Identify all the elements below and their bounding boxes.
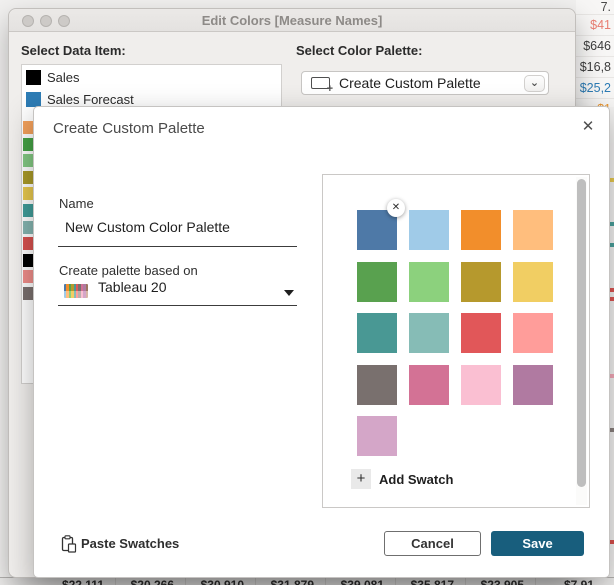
background-fragment (610, 428, 614, 432)
scrollbar-thumb[interactable] (577, 179, 586, 487)
palette-dropdown-value: Create Custom Palette (339, 72, 481, 95)
palette-swatch[interactable] (357, 365, 397, 405)
screen: 7. $41 $646 $16,8 $25,2 $1 $22,111 $20,26… (0, 0, 614, 585)
palette-swatch[interactable] (513, 210, 553, 250)
scrollbar-track (576, 177, 587, 505)
data-item-row-sales[interactable]: Sales (22, 69, 281, 87)
palette-swatch[interactable] (357, 416, 397, 456)
color-chip (26, 92, 41, 107)
palette-name-input[interactable]: New Custom Color Palette (65, 219, 230, 235)
table-cell-value: $39,081 (326, 578, 384, 585)
select-data-item-label: Select Data Item: (21, 43, 126, 58)
table-value: $646 (576, 36, 614, 57)
palette-icon-cell (86, 291, 88, 298)
input-underline (58, 246, 297, 247)
table-cell-value: $23,905 (466, 578, 524, 585)
background-fragment (610, 243, 614, 247)
background-fragment (610, 374, 614, 378)
window-title: Edit Colors [Measure Names] (9, 9, 575, 32)
select-underline (58, 305, 297, 306)
plus-icon: + (351, 469, 371, 489)
color-palette-dropdown[interactable]: + Create Custom Palette ⌄ (301, 71, 549, 95)
palette-swatch[interactable] (461, 365, 501, 405)
palette-swatch[interactable] (409, 365, 449, 405)
create-palette-icon: + (311, 77, 330, 89)
palette-swatch[interactable] (409, 210, 449, 250)
plus-icon: + (327, 84, 333, 94)
table-cell-value: $22,111 (46, 578, 104, 585)
table-value: $16,8 (576, 57, 614, 78)
create-custom-palette-dialog: Create Custom Palette ✕ Name New Custom … (33, 106, 610, 578)
background-fragment (610, 222, 614, 226)
background-table-row-bottom: $22,111 $20,266 $30,910 $31,879 $39,081 $35,8… (0, 577, 614, 585)
cancel-button[interactable]: Cancel (384, 531, 481, 556)
palette-swatch[interactable] (513, 313, 553, 353)
palette-swatch[interactable] (461, 210, 501, 250)
table-value: $41 (576, 15, 614, 36)
chevron-down-icon[interactable]: ⌄ (524, 75, 545, 92)
palette-swatch[interactable] (357, 313, 397, 353)
table-cell-value: $20,266 (116, 578, 174, 585)
palette-swatch[interactable] (409, 313, 449, 353)
data-item-label: Sales (47, 70, 80, 86)
background-fragment (610, 178, 614, 182)
table-cell-value: $30,910 (186, 578, 244, 585)
table-cell-value: $7,91 (536, 578, 594, 585)
based-on-select-value[interactable]: Tableau 20 (98, 279, 167, 295)
save-button[interactable]: Save (491, 531, 584, 556)
name-label: Name (59, 196, 94, 211)
background-table-values-right: 7. $41 $646 $16,8 $25,2 $1 (576, 0, 614, 107)
close-icon[interactable]: ✕ (578, 117, 598, 137)
color-chip (26, 70, 41, 85)
clipboard-icon (61, 535, 77, 558)
dialog-title: Create Custom Palette (53, 120, 205, 137)
palette-swatch[interactable] (461, 313, 501, 353)
palette-swatch[interactable] (513, 365, 553, 405)
background-fragment (610, 288, 614, 292)
add-swatch-label: Add Swatch (379, 472, 453, 487)
select-color-palette-label: Select Color Palette: (296, 43, 422, 58)
paste-swatches-label: Paste Swatches (81, 536, 179, 551)
dropdown-caret-icon[interactable] (284, 290, 294, 296)
based-on-label: Create palette based on (59, 263, 198, 278)
dialog-titlebar: Edit Colors [Measure Names] (9, 9, 575, 32)
palette-swatch[interactable] (513, 262, 553, 302)
background-fragment (610, 297, 614, 301)
delete-swatch-button[interactable]: ✕ (387, 199, 405, 217)
background-fragment (610, 540, 614, 544)
palette-icon-cell (86, 284, 88, 291)
palette-swatch[interactable] (357, 262, 397, 302)
table-value: $25,2 (576, 78, 614, 99)
table-value: 7. (576, 0, 614, 15)
palette-swatch[interactable] (409, 262, 449, 302)
table-cell-value: $35,817 (396, 578, 454, 585)
palette-swatch[interactable] (461, 262, 501, 302)
tableau20-palette-icon (64, 284, 88, 298)
swatch-panel: ✕ + Add Swatch (322, 174, 590, 508)
table-cell-value: $31,879 (256, 578, 314, 585)
